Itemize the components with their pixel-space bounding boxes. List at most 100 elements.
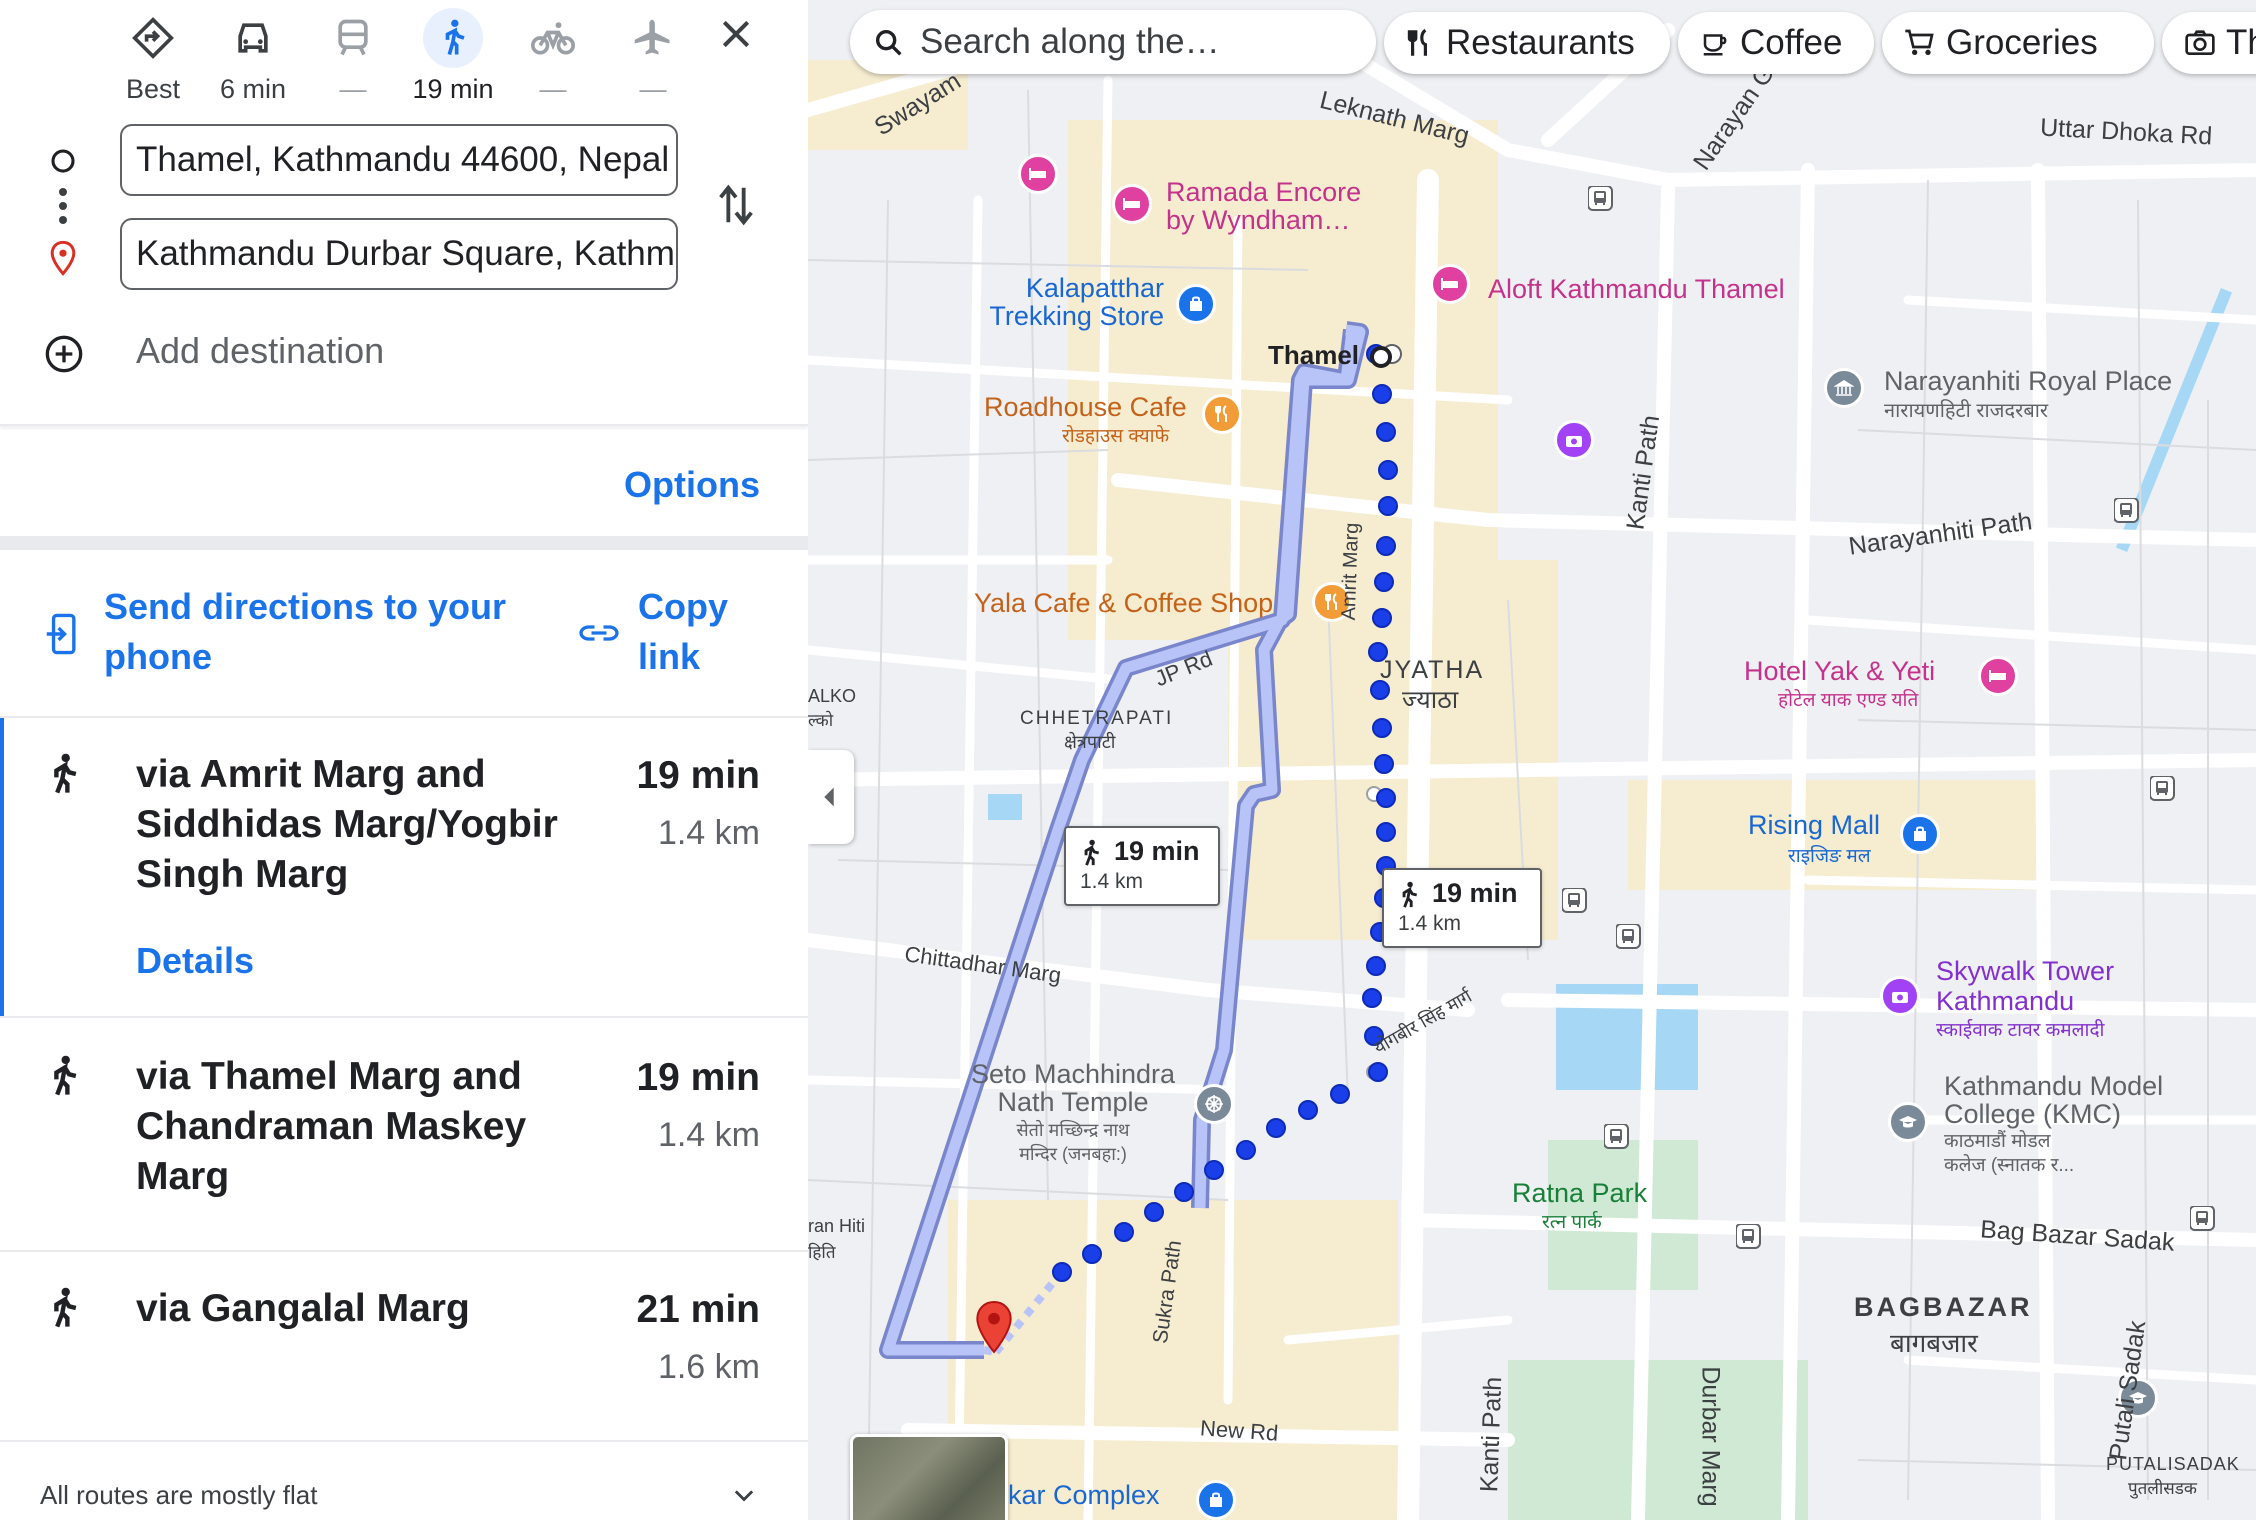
route-dot xyxy=(1298,1100,1318,1120)
chip-coffee-label: Coffee xyxy=(1740,23,1843,62)
kalapatthar-label[interactable]: Kalapatthar Trekking Store xyxy=(984,274,1164,330)
mode-cycling-label: — xyxy=(539,74,567,104)
bus-stop-icon[interactable] xyxy=(1588,186,1614,212)
hotel-pin-icon[interactable] xyxy=(1978,656,2018,696)
copy-link[interactable]: Copy link xyxy=(638,582,758,682)
add-destination[interactable]: Add destination xyxy=(136,330,384,372)
layers-thumbnail[interactable] xyxy=(850,1434,1008,1520)
coffee-icon xyxy=(1703,34,1727,56)
divider xyxy=(0,424,808,426)
bagbazar-np-label: बागबजार xyxy=(1890,1328,1978,1358)
route-3-title[interactable]: via Gangalal Marg xyxy=(136,1284,606,1334)
add-circle-icon xyxy=(45,335,83,373)
destination-marker-icon[interactable] xyxy=(974,1300,1014,1354)
route-option-3[interactable] xyxy=(0,1252,808,1440)
options-button[interactable]: Options xyxy=(624,464,760,506)
swap-icon[interactable] xyxy=(716,182,756,228)
shopping-pin-icon[interactable] xyxy=(1176,284,1216,324)
rising-mall-label[interactable]: Rising Mall xyxy=(1748,810,1880,841)
bus-stop-icon[interactable] xyxy=(2114,498,2140,524)
route-dots-icon xyxy=(59,188,67,224)
route-dot xyxy=(1376,536,1396,556)
bus-stop-icon[interactable] xyxy=(1736,1224,1762,1250)
route-dot xyxy=(1204,1160,1224,1180)
shopping-pin-icon[interactable] xyxy=(1196,1480,1236,1520)
walk-icon xyxy=(54,753,77,794)
send-directions-link[interactable]: Send directions to your phone xyxy=(104,582,534,682)
mode-walking[interactable]: 19 min xyxy=(403,8,503,104)
chip-restaurants-label: Restaurants xyxy=(1446,23,1635,62)
bus-stop-icon[interactable] xyxy=(1616,924,1642,950)
chip-groceries[interactable]: Groceries xyxy=(1882,12,2154,74)
route-1-details[interactable]: Details xyxy=(136,940,254,982)
directions-panel: Best 6 min — 19 min — — Thamel, Kathmand… xyxy=(0,0,808,1520)
hotel-pin-icon[interactable] xyxy=(1430,264,1470,304)
kmc-np-line-2: कलेज (स्नातक र... xyxy=(1944,1155,2075,1176)
hotel-pin-icon[interactable] xyxy=(1112,184,1152,224)
alt-route-bubble[interactable]: 19 min 1.4 km xyxy=(1064,826,1220,906)
collapse-panel-tab[interactable] xyxy=(808,750,854,844)
selected-indicator xyxy=(0,718,4,1016)
route-1-title[interactable]: via Amrit Marg and Siddhidas Marg/Yogbir… xyxy=(136,750,606,900)
destination-input[interactable]: Kathmandu Durbar Square, Kathmandu xyxy=(120,218,678,290)
restaurant-pin-icon[interactable] xyxy=(1202,394,1242,434)
map-canvas[interactable]: Thamel 19 min 1.4 km 19 min 1.4 km Ramad… xyxy=(808,0,2256,1520)
bus-stop-icon[interactable] xyxy=(2190,1206,2216,1232)
street-durbar-marg: Durbar Marg xyxy=(1696,1366,1725,1507)
bus-stop-icon[interactable] xyxy=(1562,888,1588,914)
chevron-down-icon[interactable] xyxy=(728,1482,760,1510)
send-to-phone-icon[interactable] xyxy=(44,612,80,656)
kar-complex-label[interactable]: kar Complex xyxy=(1008,1480,1160,1511)
skywalk-label[interactable]: Skywalk Tower Kathmandu xyxy=(1936,956,2114,1016)
school-pin-icon[interactable] xyxy=(1888,1102,1928,1142)
route-2-title[interactable]: via Thamel Marg and Chandraman Maskey Ma… xyxy=(136,1052,606,1202)
skywalk-line-2: Kathmandu xyxy=(1936,986,2075,1016)
mode-cycling[interactable]: — xyxy=(503,8,603,104)
selected-route xyxy=(992,344,1402,1355)
yala-label[interactable]: Yala Cafe & Coffee Shop xyxy=(974,588,1273,619)
chip-groceries-label: Groceries xyxy=(1946,23,2098,62)
main-route-bubble[interactable]: 19 min 1.4 km xyxy=(1382,868,1542,948)
ratna-park-label[interactable]: Ratna Park xyxy=(1512,1178,1647,1209)
search-along-route[interactable]: Search along the… xyxy=(850,10,1376,74)
car-icon xyxy=(238,23,268,53)
skywalk-np-label: स्काईवाक टावर कमलादी xyxy=(1936,1020,2105,1041)
route-dot xyxy=(1144,1202,1164,1222)
kmc-label[interactable]: Kathmandu Model College (KMC) xyxy=(1944,1072,2163,1128)
bus-stop-icon[interactable] xyxy=(1604,1124,1630,1150)
aloft-label[interactable]: Aloft Kathmandu Thamel xyxy=(1488,274,1785,305)
bus-stop-icon[interactable] xyxy=(2150,776,2176,802)
putalisadak-np-label: पुतलीसडक xyxy=(2128,1479,2197,1498)
mode-best[interactable]: Best xyxy=(103,8,203,104)
close-icon[interactable] xyxy=(716,14,756,54)
camera-pin-icon[interactable] xyxy=(1554,420,1594,460)
seto-machhindra-label[interactable]: Seto Machhindra Nath Temple xyxy=(968,1060,1178,1116)
mode-flights[interactable]: — xyxy=(603,8,703,104)
roadhouse-np-label: रोडहाउस क्याफे xyxy=(1062,426,1170,447)
camera-pin-icon[interactable] xyxy=(1880,976,1920,1016)
yak-yeti-label[interactable]: Hotel Yak & Yeti xyxy=(1744,656,1935,687)
mode-transit[interactable]: — xyxy=(303,8,403,104)
landmark-pin-icon[interactable] xyxy=(1824,368,1864,408)
route-3-distance: 1.6 km xyxy=(657,1348,760,1386)
narayanhiti-np-label: नारायणहिटी राजदरबार xyxy=(1884,400,2049,422)
temple-pin-icon[interactable] xyxy=(1194,1084,1234,1124)
route-dot xyxy=(1378,460,1398,480)
hotel-pin-icon[interactable] xyxy=(1018,154,1058,194)
seto-np-line-2: मन्दिर (जनबहा:) xyxy=(1019,1144,1127,1164)
shopping-pin-icon[interactable] xyxy=(1900,814,1940,854)
jyatha-np-label: ज्याठा xyxy=(1402,686,1459,714)
chip-things-to-do[interactable]: Thi xyxy=(2162,12,2256,74)
mode-driving[interactable]: 6 min xyxy=(203,8,303,104)
roadhouse-label[interactable]: Roadhouse Cafe xyxy=(984,392,1187,423)
seto-np-line-1: सेतो मच्छिन्द्र नाथ xyxy=(1016,1120,1130,1140)
link-icon[interactable] xyxy=(578,618,620,648)
route-dot xyxy=(1376,788,1396,808)
chip-restaurants[interactable]: Restaurants xyxy=(1384,12,1670,74)
narayanhiti-label[interactable]: Narayanhiti Royal Place xyxy=(1884,366,2172,397)
chip-coffee[interactable]: Coffee xyxy=(1678,12,1874,74)
origin-input[interactable]: Thamel, Kathmandu 44600, Nepal xyxy=(120,124,678,196)
kmc-line-1: Kathmandu Model xyxy=(1944,1071,2164,1101)
section-separator xyxy=(0,536,808,550)
ramada-label[interactable]: Ramada Encore by Wyndham… xyxy=(1166,178,1361,234)
